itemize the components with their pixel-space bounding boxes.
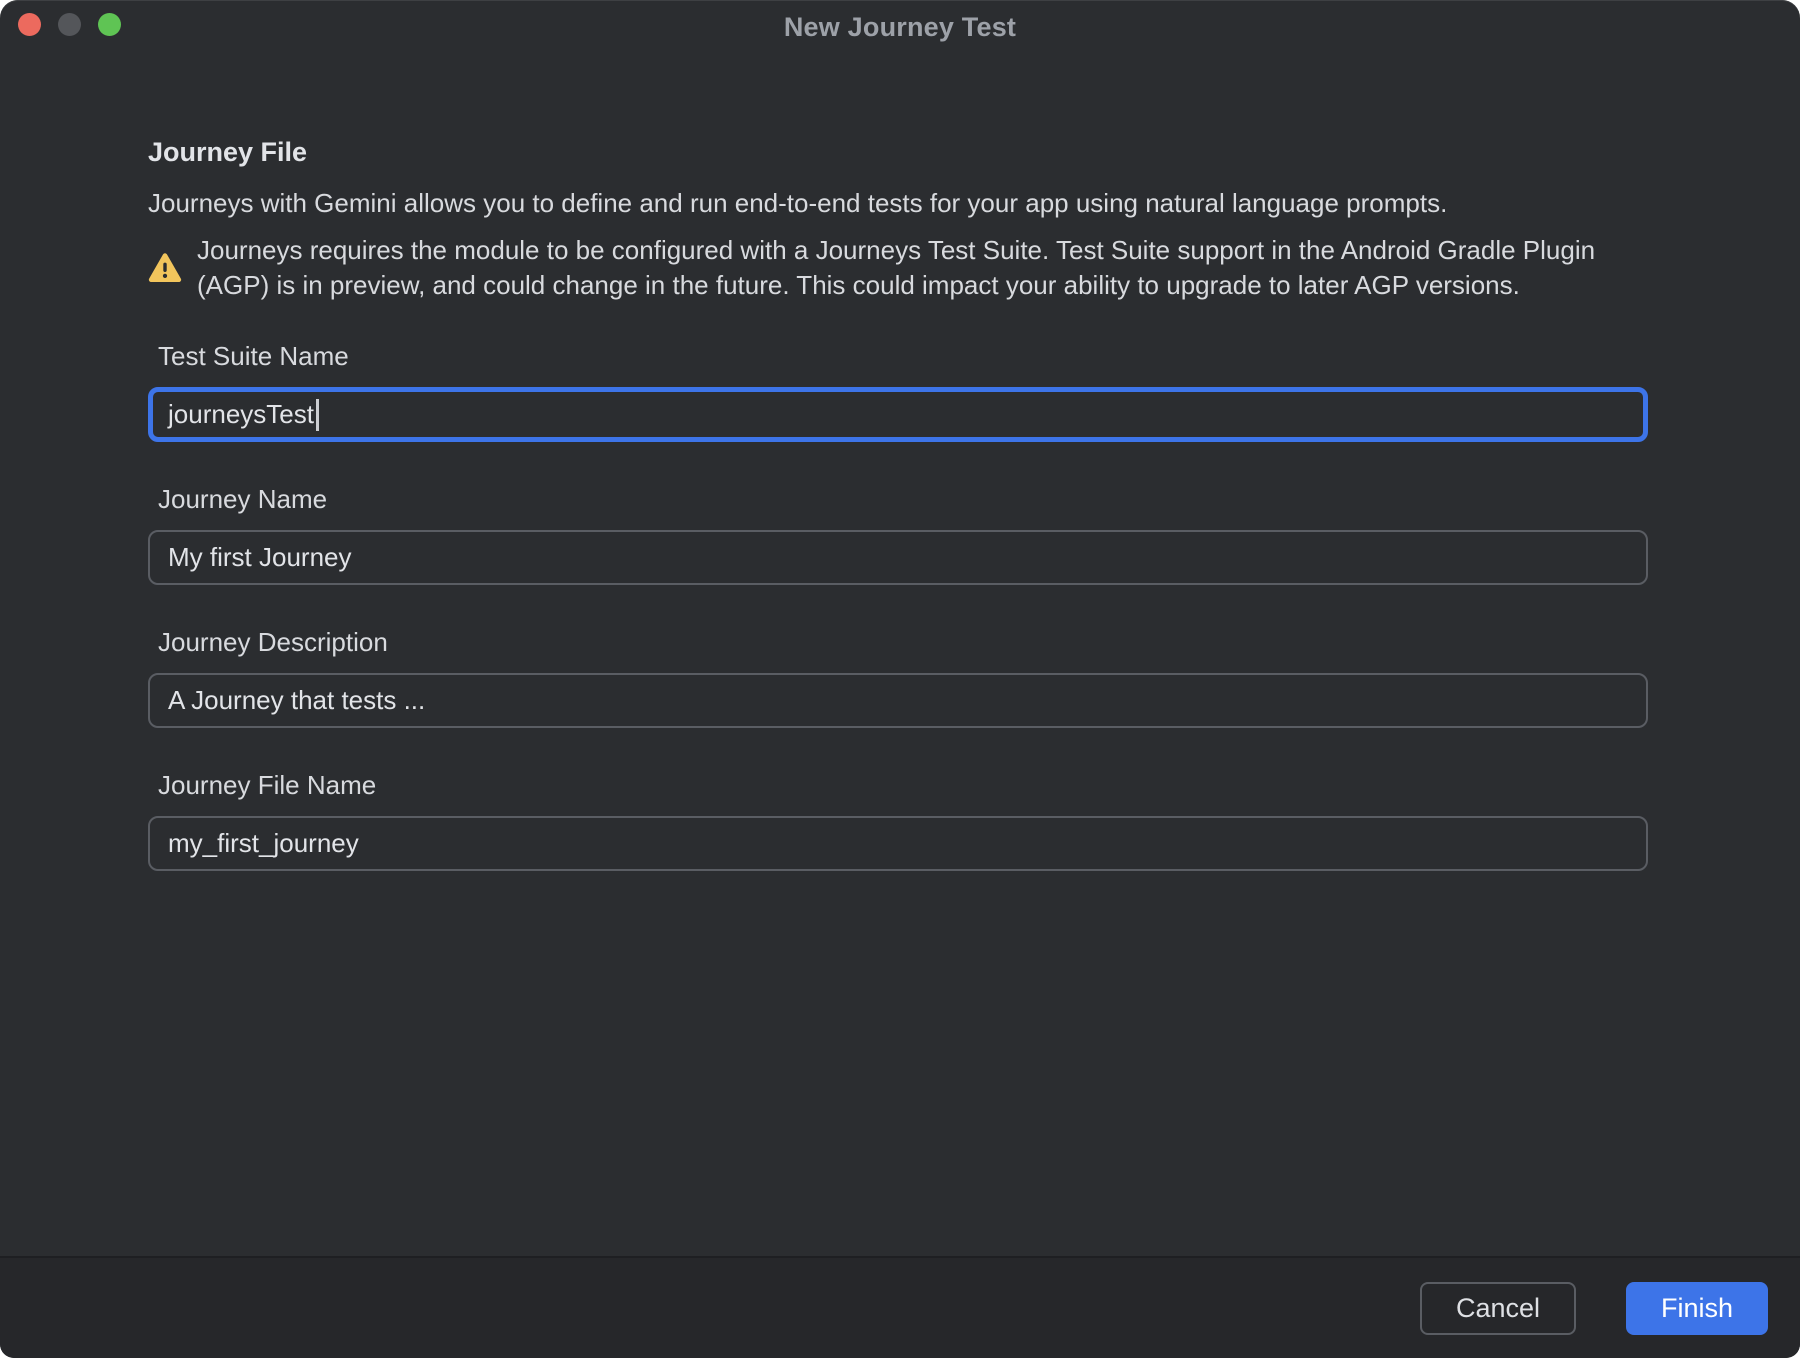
test-suite-name-label: Test Suite Name [158,339,1650,373]
journey-file-name-label: Journey File Name [158,768,1650,802]
journey-name-value: My first Journey [168,542,352,573]
window-controls [18,13,121,36]
journey-name-field: Journey Name My first Journey [148,482,1650,585]
journey-description-label: Journey Description [158,625,1650,659]
test-suite-name-input[interactable]: journeysTest [148,387,1648,442]
titlebar: New Journey Test [0,0,1800,54]
window-title: New Journey Test [784,12,1016,43]
warning-text: Journeys requires the module to be confi… [197,233,1650,303]
new-journey-test-dialog: New Journey Test Journey File Journeys w… [0,0,1800,1358]
minimize-button [58,13,81,36]
journey-description-value: A Journey that tests ... [168,685,425,716]
cancel-button[interactable]: Cancel [1420,1282,1576,1335]
journey-file-name-value: my_first_journey [168,828,359,859]
test-suite-name-field: Test Suite Name journeysTest [148,339,1650,442]
dialog-content: Journey File Journeys with Gemini allows… [0,54,1800,1256]
section-description: Journeys with Gemini allows you to defin… [148,186,1650,221]
warning-triangle-icon [148,252,182,284]
warning-banner: Journeys requires the module to be confi… [148,233,1650,303]
close-button[interactable] [18,13,41,36]
dialog-footer: Cancel Finish [0,1256,1800,1358]
zoom-button[interactable] [98,13,121,36]
text-caret [316,399,319,431]
journey-description-input[interactable]: A Journey that tests ... [148,673,1648,728]
journey-file-name-field: Journey File Name my_first_journey [148,768,1650,871]
journey-form: Test Suite Name journeysTest Journey Nam… [148,339,1650,871]
journey-name-label: Journey Name [158,482,1650,516]
journey-description-field: Journey Description A Journey that tests… [148,625,1650,728]
section-heading: Journey File [148,134,1650,170]
finish-button[interactable]: Finish [1626,1282,1768,1335]
test-suite-name-value: journeysTest [168,399,314,430]
journey-name-input[interactable]: My first Journey [148,530,1648,585]
journey-file-name-input[interactable]: my_first_journey [148,816,1648,871]
